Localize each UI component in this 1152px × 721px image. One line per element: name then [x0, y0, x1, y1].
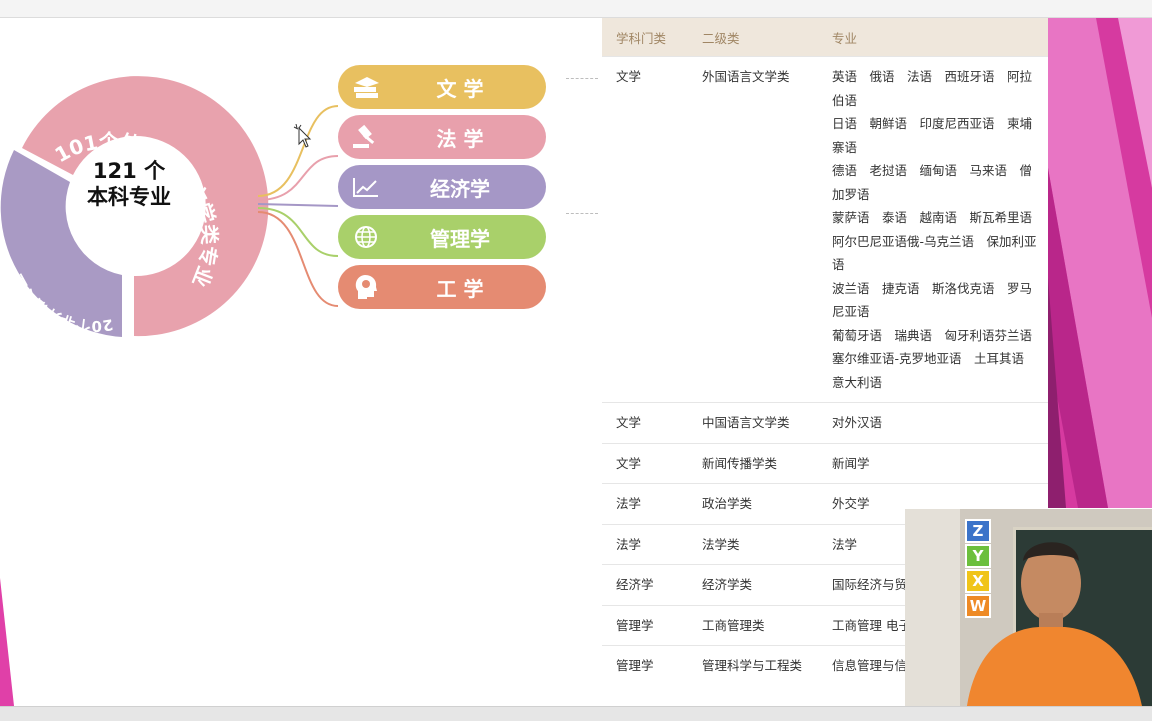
center-caption: 本科专业 [87, 185, 171, 209]
connector-lines [258, 105, 339, 307]
dashed-guide [566, 213, 598, 214]
table-row: 文学 中国语言文学类 对外汉语 [602, 402, 1048, 443]
category-pill-economics[interactable]: 经济学 [338, 165, 546, 209]
presenter [967, 542, 1142, 706]
cell-subcategory: 外国语言文学类 [688, 56, 818, 403]
category-pill-management[interactable]: 管理学 [338, 215, 546, 259]
books-icon [338, 75, 394, 99]
cell-discipline: 法学 [602, 483, 688, 524]
presentation-slide: 101个外国语言文学类专业 20个非外语专业 121 个 本科专业 文 学 法 … [0, 18, 1152, 706]
cell-discipline: 文学 [602, 402, 688, 443]
cell-majors: 新闻学 [818, 442, 1048, 484]
table-header-row: 学科门类 二级类 专业 [602, 18, 1048, 57]
table-row: 文学 新闻传播学类 新闻学 [602, 442, 1048, 484]
mouse-cursor-icon [293, 124, 312, 148]
cell-majors: 英语 俄语 法语 西班牙语 阿拉伯语 日语 朝鲜语 印度尼西亚语 柬埔寨语 德语 老… [818, 56, 1048, 403]
dashed-guide [566, 78, 598, 79]
cell-discipline: 管理学 [602, 645, 688, 686]
category-pill-engineering[interactable]: 工 学 [338, 265, 546, 309]
major-line: 塞尔维亚语-克罗地亚语 土耳其语 意大利语 [832, 351, 1037, 390]
globe-icon [338, 224, 394, 250]
donut-center-label: 121 个 本科专业 [70, 158, 188, 210]
cell-subcategory: 中国语言文学类 [688, 402, 818, 443]
major-line: 蒙萨语 泰语 越南语 斯瓦希里语 [832, 210, 1033, 225]
cell-subcategory: 管理科学与工程类 [688, 645, 818, 686]
gavel-icon [338, 124, 394, 150]
major-line: 日语 朝鲜语 印度尼西亚语 柬埔寨语 [832, 116, 1033, 155]
major-line: 葡萄牙语 瑞典语 匈牙利语芬兰语 [832, 327, 1033, 343]
cell-discipline: 经济学 [602, 564, 688, 605]
cell-subcategory: 经济学类 [688, 564, 818, 605]
category-pill-law[interactable]: 法 学 [338, 115, 546, 159]
chart-icon [338, 176, 394, 198]
category-label: 管理学 [430, 226, 490, 251]
header-discipline: 学科门类 [602, 18, 688, 57]
cell-discipline: 文学 [602, 442, 688, 484]
category-pill-literature[interactable]: 文 学 [338, 65, 546, 109]
decorative-triangle-left [0, 578, 14, 706]
header-subcategory: 二级类 [688, 18, 818, 57]
header-majors: 专业 [818, 18, 1048, 57]
category-label: 文 学 [436, 76, 484, 101]
major-line: 英语 俄语 法语 西班牙语 阿拉伯语 [832, 69, 1033, 108]
decorative-stripes-right [1048, 18, 1152, 508]
top-toolbar [0, 0, 1152, 18]
cell-subcategory: 法学类 [688, 523, 818, 565]
head-gear-icon [338, 273, 394, 301]
major-line: 德语 老挝语 缅甸语 马来语 僧加罗语 [832, 163, 1033, 202]
center-count: 121 个 [92, 159, 166, 183]
cell-discipline: 法学 [602, 523, 688, 565]
cell-discipline: 管理学 [602, 604, 688, 646]
cell-discipline: 文学 [602, 56, 688, 403]
cell-subcategory: 工商管理类 [688, 604, 818, 646]
category-label: 法 学 [436, 126, 484, 151]
major-line: 阿尔巴尼亚语俄-乌克兰语 保加利亚语 [832, 233, 1037, 273]
table-row: 文学 外国语言文学类 英语 俄语 法语 西班牙语 阿拉伯语 日语 朝鲜语 印度尼西亚语… [602, 56, 1048, 403]
major-line: 波兰语 捷克语 斯洛伐克语 罗马尼亚语 [832, 280, 1033, 320]
webcam-overlay: Z Y X W [905, 509, 1152, 706]
cell-subcategory: 新闻传播学类 [688, 442, 818, 484]
category-label: 工 学 [436, 276, 484, 301]
major-line: 对外汉语 [832, 415, 883, 430]
bottom-status-bar [0, 706, 1152, 721]
cell-subcategory: 政治学类 [688, 483, 818, 524]
cell-majors: 对外汉语 [818, 402, 1048, 443]
major-line: 新闻学 [832, 455, 870, 471]
category-label: 经济学 [430, 176, 490, 201]
